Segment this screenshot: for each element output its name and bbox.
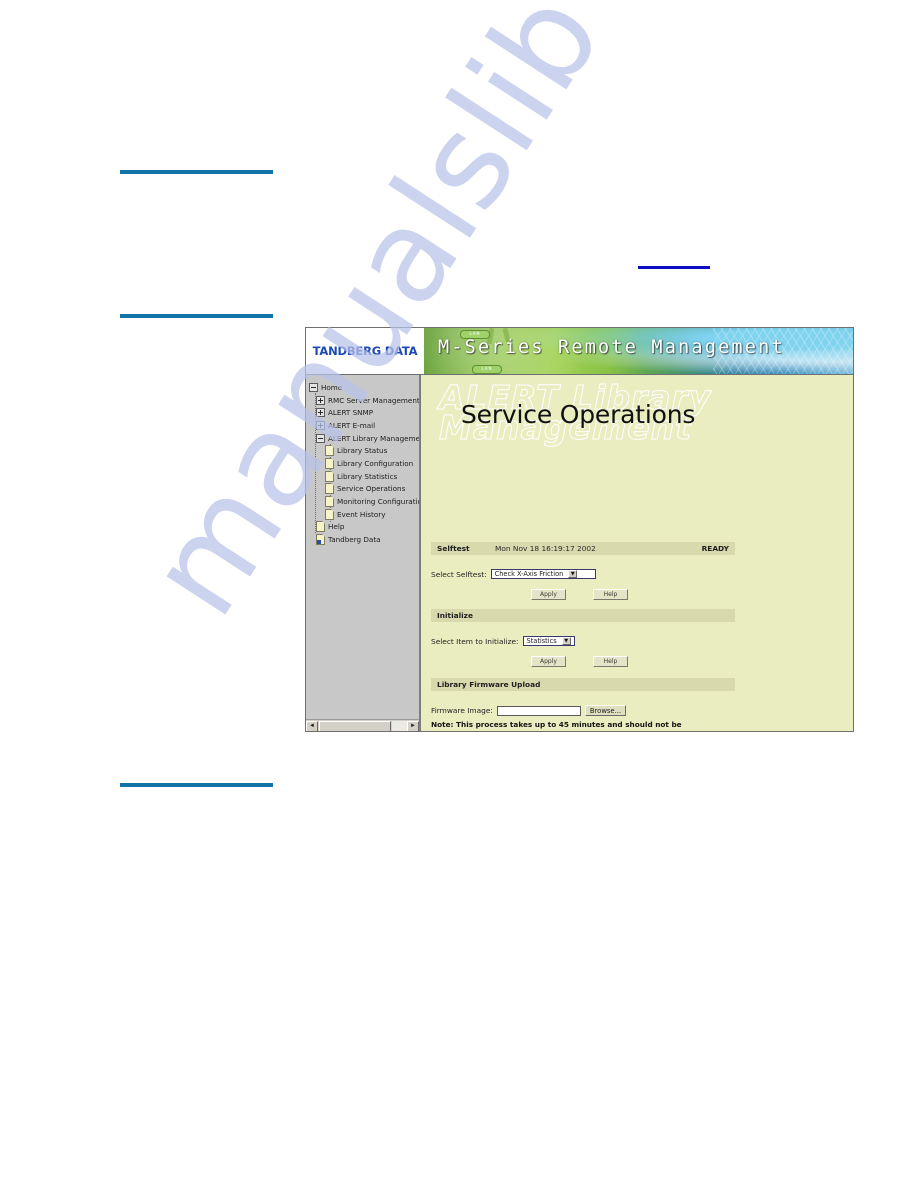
- browse-button[interactable]: Browse...: [584, 705, 627, 716]
- selftest-timestamp: Mon Nov 18 16:19:17 2002: [495, 544, 596, 553]
- selftest-select[interactable]: Check X-Axis Friction ▼: [490, 569, 596, 579]
- banner-artwork: LAN LAN M-Series Remote Management: [424, 328, 853, 374]
- sidebar-item-alert-email[interactable]: ALERT E-mail: [306, 419, 419, 432]
- page-icon: [325, 496, 334, 508]
- initialize-select-value: Statistics: [526, 637, 557, 645]
- sidebar-item-tandberg-data[interactable]: Tandberg Data: [306, 533, 419, 546]
- selftest-field-row: Select Selftest: Check X-Axis Friction ▼: [431, 569, 596, 579]
- page-icon: [325, 445, 334, 457]
- selftest-help-button[interactable]: Help: [593, 589, 628, 600]
- tree-toggle-plus-icon[interactable]: [316, 395, 325, 405]
- initialize-select[interactable]: Statistics ▼: [522, 636, 575, 646]
- sidebar-item-label: ALERT Library Management: [328, 433, 420, 443]
- sidebar-item-service-operations[interactable]: Service Operations: [306, 483, 419, 496]
- page-icon: [325, 508, 334, 520]
- firmware-section-header: Library Firmware Upload: [431, 678, 735, 691]
- sidebar-item-help[interactable]: Help: [306, 521, 419, 534]
- selftest-button-row: Apply Help: [531, 589, 628, 600]
- page-icon: [325, 457, 334, 469]
- tree-toggle-minus-icon[interactable]: [309, 382, 318, 392]
- firmware-field-row: Firmware Image: Browse...: [431, 705, 627, 716]
- initialize-apply-button[interactable]: Apply: [531, 656, 566, 667]
- sidebar-item-label: RMC Server Management: [328, 395, 420, 405]
- tree-toggle-plus-icon[interactable]: [316, 408, 325, 418]
- page-icon: [316, 521, 325, 533]
- lan-chip-icon: LAN: [472, 365, 502, 374]
- scrollbar-thumb[interactable]: [319, 720, 391, 731]
- document-rule-bottom: [120, 783, 273, 787]
- sidebar-item-library-configuration[interactable]: Library Configuration: [306, 457, 419, 470]
- page-icon: [325, 483, 334, 495]
- tandberg-logo: TANDBERG DATA: [306, 328, 424, 374]
- browser-window: TANDBERG DATA LAN LAN M-Series Remote Ma…: [305, 327, 854, 732]
- shortcut-icon: [316, 534, 325, 546]
- sidebar-item-label: Home: [321, 382, 343, 392]
- selftest-field-label: Select Selftest:: [431, 569, 487, 579]
- sidebar-item-alert-library-management[interactable]: ALERT Library Management: [306, 432, 419, 445]
- scroll-left-arrow-icon[interactable]: ◄: [306, 720, 318, 731]
- sidebar-item-label: Monitoring Configuration: [337, 497, 420, 507]
- selftest-apply-button[interactable]: Apply: [531, 589, 566, 600]
- sidebar-item-label: Library Status: [337, 446, 388, 456]
- document-rule-middle: [120, 314, 273, 318]
- cross-reference-link[interactable]: [638, 266, 710, 269]
- initialize-section-header: Initialize: [431, 609, 735, 622]
- sidebar-item-library-statistics[interactable]: Library Statistics: [306, 470, 419, 483]
- chevron-down-icon[interactable]: ▼: [568, 570, 578, 578]
- main-content-pane: ALERT Library Management Service Operati…: [420, 375, 853, 731]
- selftest-section-header: Selftest Mon Nov 18 16:19:17 2002 READY: [431, 542, 735, 555]
- document-rule-top: [120, 170, 273, 174]
- sidebar-item-label: ALERT E-mail: [328, 420, 376, 430]
- sidebar-item-label: Library Statistics: [337, 471, 398, 481]
- page-icon: [325, 470, 334, 482]
- sidebar-horizontal-scrollbar[interactable]: ◄ ►: [306, 719, 419, 731]
- sidebar-item-label: ALERT SNMP: [328, 408, 374, 418]
- sidebar-item-library-status[interactable]: Library Status: [306, 444, 419, 457]
- tree-toggle-minus-icon[interactable]: [316, 433, 325, 443]
- sidebar-item-label: Library Configuration: [337, 458, 414, 468]
- tandberg-logo-text: TANDBERG DATA: [312, 344, 418, 358]
- app-banner: TANDBERG DATA LAN LAN M-Series Remote Ma…: [306, 328, 853, 375]
- sidebar-item-monitoring-configuration[interactable]: Monitoring Configuration: [306, 495, 419, 508]
- initialize-label: Initialize: [437, 611, 473, 620]
- initialize-field-label: Select Item to Initialize:: [431, 636, 519, 646]
- sidebar-item-label: Tandberg Data: [328, 535, 381, 545]
- page-title: Service Operations: [461, 400, 696, 429]
- sidebar-item-alert-snmp[interactable]: ALERT SNMP: [306, 406, 419, 419]
- chevron-down-icon[interactable]: ▼: [561, 637, 571, 645]
- tree-toggle-plus-icon[interactable]: [316, 420, 325, 430]
- firmware-image-input[interactable]: [496, 705, 581, 716]
- sidebar-item-rmc-server-management[interactable]: RMC Server Management: [306, 394, 419, 407]
- initialize-help-button[interactable]: Help: [593, 656, 628, 667]
- sidebar-navigation-tree[interactable]: Home RMC Server Management ALERT SNMP AL…: [306, 375, 420, 731]
- selftest-select-value: Check X-Axis Friction: [494, 570, 564, 578]
- firmware-note: Note: This process takes up to 45 minute…: [431, 720, 682, 731]
- sidebar-item-event-history[interactable]: Event History: [306, 508, 419, 521]
- selftest-status-badge: READY: [701, 544, 729, 553]
- sidebar-item-label: Event History: [337, 509, 386, 519]
- sidebar-item-home[interactable]: Home: [306, 381, 419, 394]
- scroll-right-arrow-icon[interactable]: ►: [407, 720, 419, 731]
- initialize-button-row: Apply Help: [531, 656, 628, 667]
- initialize-field-row: Select Item to Initialize: Statistics ▼: [431, 636, 575, 646]
- firmware-field-label: Firmware Image:: [431, 706, 493, 715]
- banner-title: M-Series Remote Management: [438, 337, 785, 358]
- app-body: Home RMC Server Management ALERT SNMP AL…: [306, 375, 853, 731]
- scrollbar-track[interactable]: [392, 720, 407, 731]
- sidebar-item-label: Help: [328, 522, 345, 532]
- firmware-label: Library Firmware Upload: [437, 680, 541, 689]
- sidebar-item-label: Service Operations: [337, 484, 406, 494]
- selftest-label: Selftest: [437, 544, 470, 553]
